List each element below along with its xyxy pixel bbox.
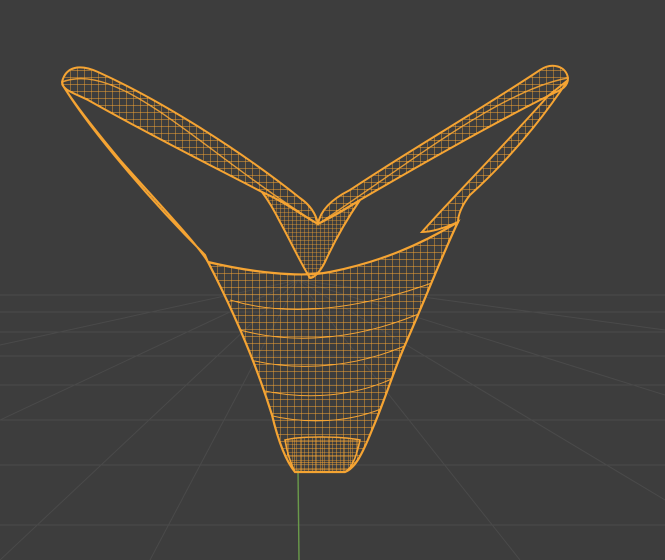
selected-mesh-object[interactable] [60, 64, 570, 474]
viewport-scene[interactable] [0, 0, 665, 560]
3d-viewport[interactable] [0, 0, 665, 560]
gusset-panel[interactable] [284, 436, 361, 473]
y-axis-line [297, 469, 300, 560]
